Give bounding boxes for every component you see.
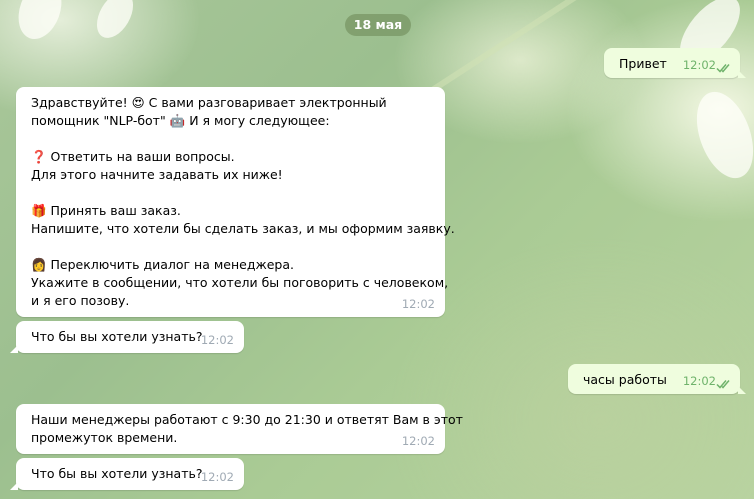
message-line: Наши менеджеры работают с 9:30 до 21:30 … — [31, 412, 463, 427]
message-line: Напишите, что хотели бы сделать заказ, и… — [31, 221, 455, 236]
incoming-message[interactable]: Что бы вы хотели узнать? 12:02 — [10, 321, 244, 353]
message-time: 12:02 — [200, 470, 234, 484]
date-separator: 18 мая — [345, 14, 411, 36]
message-line: помощник "NLP-бот" 🤖 И я могу следующее: — [31, 113, 330, 128]
incoming-message[interactable]: Что бы вы хотели узнать? 12:02 — [10, 458, 244, 490]
message-line: 🎁 Принять ваш заказ. — [31, 203, 181, 218]
background-petal — [686, 84, 754, 186]
message-time: 12:02 — [401, 434, 435, 448]
incoming-message[interactable]: Здравствуйте! 😍 С вами разговаривает эле… — [16, 87, 455, 317]
message-line: промежуток времени. — [31, 430, 178, 445]
double-check-icon — [716, 380, 730, 389]
message-line: Здравствуйте! 😍 С вами разговаривает эле… — [31, 95, 387, 110]
outgoing-message[interactable]: Привет 12:02 — [604, 48, 746, 78]
message-time: 12:02 — [682, 58, 716, 72]
message-text: часы работы — [583, 372, 667, 387]
message-line: и я его позову. — [31, 293, 130, 308]
background-petal — [10, 0, 70, 46]
message-text: Что бы вы хотели узнать? — [31, 466, 203, 481]
message-line: ❓ Ответить на ваши вопросы. — [31, 149, 235, 164]
background-petal — [89, 0, 141, 45]
message-time: 12:02 — [401, 297, 435, 311]
message-text: Привет — [619, 56, 667, 71]
outgoing-message[interactable]: часы работы 12:02 — [568, 364, 746, 394]
message-time: 12:02 — [682, 374, 716, 388]
double-check-icon — [716, 64, 730, 73]
message-time: 12:02 — [200, 333, 234, 347]
message-text: Что бы вы хотели узнать? — [31, 329, 203, 344]
message-line: Для этого начните задавать их ниже! — [31, 167, 283, 182]
message-line: 👩 Переключить диалог на менеджера. — [31, 257, 295, 272]
incoming-message[interactable]: Наши менеджеры работают с 9:30 до 21:30 … — [16, 404, 463, 454]
message-line: Укажите в сообщении, что хотели бы погов… — [31, 275, 449, 290]
